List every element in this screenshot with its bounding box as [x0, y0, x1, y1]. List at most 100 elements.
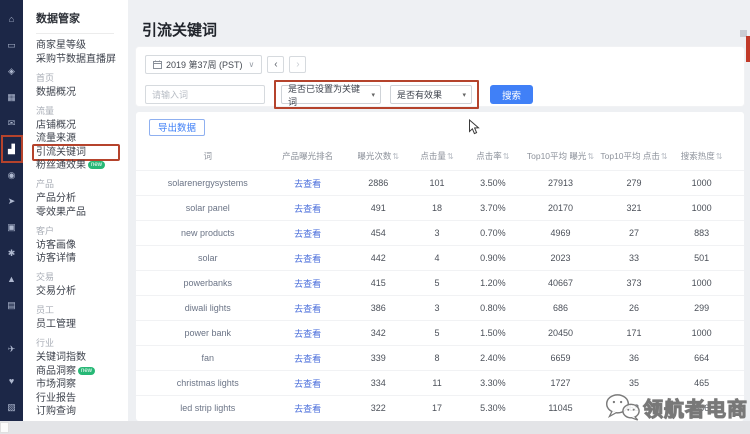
clicks-cell: 5: [411, 278, 464, 288]
sort-icon[interactable]: ⇅: [661, 152, 668, 161]
sidebar-item-visitor-details[interactable]: 访客详情: [36, 254, 128, 264]
watermark-text: 领航者电商: [643, 393, 748, 422]
sidebar-item-keyword-index[interactable]: 关键词指数: [36, 353, 128, 363]
view-rank-link[interactable]: 去查看: [269, 402, 345, 415]
sidebar-item-label: 行业报告: [36, 393, 76, 404]
table-body: solarenergysystems去查看28861013.50%2791327…: [136, 170, 744, 420]
next-week-button[interactable]: ›: [289, 56, 306, 73]
exposures-cell: 334: [346, 378, 411, 388]
top10-exposure-cell: 27913: [522, 178, 598, 188]
search-button[interactable]: 搜索: [490, 85, 533, 104]
sidebar-item-purchase-festival-live[interactable]: 采购节数据直播屏: [36, 55, 128, 65]
sort-icon[interactable]: ⇅: [587, 152, 594, 161]
gear-icon[interactable]: ✱: [0, 242, 23, 264]
sidebar-item-industry-report[interactable]: 行业报告: [36, 394, 128, 404]
top10-clicks-cell: 26: [599, 303, 670, 313]
sort-icon[interactable]: ⇅: [447, 152, 454, 161]
wechat-logo-icon: [604, 392, 640, 422]
sidebar-item-visitor-profile[interactable]: 访客画像: [36, 241, 128, 251]
sidebar-item-label: 零效果产品: [36, 207, 86, 218]
top10-clicks-cell: 321: [599, 203, 670, 213]
sort-icon[interactable]: ⇅: [716, 152, 723, 161]
sidebar-item-traffic-source[interactable]: 流量来源: [36, 134, 128, 144]
sidebar-item-traffic-keywords[interactable]: 引流关键词: [36, 148, 128, 158]
sidebar-item-store-overview[interactable]: 店铺概况: [36, 121, 128, 131]
sidebar-item-label: 店铺概况: [36, 120, 76, 131]
top10-clicks-cell: 35: [599, 378, 670, 388]
share-arrow-icon[interactable]: ➤: [0, 190, 23, 212]
shield-icon[interactable]: ◈: [0, 60, 23, 82]
effect-filter-value: 是否有效果: [397, 88, 442, 101]
sidebar-item-product-analysis[interactable]: 产品分析: [36, 194, 128, 204]
archive-icon[interactable]: ▣: [0, 216, 23, 238]
sort-icon[interactable]: ⇅: [392, 152, 399, 161]
view-rank-link[interactable]: 去查看: [269, 277, 345, 290]
exposures-cell: 442: [346, 253, 411, 263]
view-rank-link[interactable]: 去查看: [269, 377, 345, 390]
camera-icon[interactable]: ▧: [0, 396, 23, 418]
bar-chart-icon[interactable]: ▟: [0, 138, 23, 160]
view-rank-link[interactable]: 去查看: [269, 177, 345, 190]
menu-section-header: 流量: [36, 104, 128, 117]
column-header-top10-avg-clicks[interactable]: Top10平均 点击⇅: [599, 152, 670, 162]
clicks-cell: 11: [411, 378, 464, 388]
sidebar-item-staff-management[interactable]: 员工管理: [36, 320, 128, 330]
column-header-word: 词: [146, 152, 269, 162]
bell-icon[interactable]: ▲: [0, 268, 23, 290]
watermark: 领航者电商: [604, 392, 748, 422]
view-rank-link[interactable]: 去查看: [269, 327, 345, 340]
heart-icon[interactable]: ♥: [0, 370, 23, 392]
menu-section-header: 行业: [36, 336, 128, 349]
clicks-cell: 8: [411, 353, 464, 363]
sidebar-item-data-overview[interactable]: 数据概况: [36, 88, 128, 98]
column-header-exposures[interactable]: 曝光次数⇅: [346, 152, 411, 162]
week-picker[interactable]: 2019 第37周 (PST) ∨: [145, 55, 262, 74]
keywords-table-card: 导出数据 词产品曝光排名曝光次数⇅点击量⇅点击率⇅Top10平均 曝光⇅Top1…: [136, 112, 744, 421]
sidebar-item-zero-effect-products[interactable]: 零效果产品: [36, 208, 128, 218]
effect-filter-select[interactable]: 是否有效果 ▾: [390, 85, 472, 104]
column-header-ctr[interactable]: 点击率⇅: [463, 152, 522, 162]
view-rank-link[interactable]: 去查看: [269, 352, 345, 365]
date-filter-row: 2019 第37周 (PST) ∨ ‹ ›: [145, 54, 735, 74]
search-heat-cell: 664: [669, 353, 734, 363]
column-header-clicks[interactable]: 点击量⇅: [411, 152, 464, 162]
ctr-cell: 0.70%: [463, 228, 522, 238]
keyword-cell: solarenergysystems: [146, 178, 269, 188]
table-row: powerbanks去查看41551.20%406673731000: [136, 270, 744, 295]
search-heat-cell: 465: [669, 378, 734, 388]
view-rank-link[interactable]: 去查看: [269, 302, 345, 315]
app-window: ⌂▭◈▦✉▟◉➤▣✱▲▤✈♥▧ 数据管家 商家星等级采购节数据直播屏首页数据概况…: [0, 0, 750, 434]
send-icon[interactable]: ✈: [0, 338, 23, 360]
sidebar-item-order-inquiry[interactable]: 订购查询: [36, 407, 128, 417]
view-rank-link[interactable]: 去查看: [269, 227, 345, 240]
sidebar-item-label: 商家星等级: [36, 40, 86, 51]
view-rank-link[interactable]: 去查看: [269, 252, 345, 265]
page-title: 引流关键词: [142, 19, 217, 40]
column-header-search-heat[interactable]: 搜索热度⇅: [669, 152, 734, 162]
sidebar-item-transaction-analysis[interactable]: 交易分析: [36, 287, 128, 297]
sidebar-item-fans-effect[interactable]: 粉丝通效果new: [36, 161, 128, 171]
apps-grid-icon[interactable]: ▦: [0, 86, 23, 108]
keyword-cell: power bank: [146, 328, 269, 338]
export-data-button[interactable]: 导出数据: [149, 119, 205, 136]
users-icon[interactable]: ◉: [0, 164, 23, 186]
clicks-cell: 5: [411, 328, 464, 338]
sidebar-item-product-insight[interactable]: 商品洞察new: [36, 367, 128, 377]
prev-week-button[interactable]: ‹: [267, 56, 284, 73]
monitor-icon[interactable]: ▭: [0, 34, 23, 56]
home-icon[interactable]: ⌂: [0, 8, 23, 30]
sidebar-item-merchant-star-level[interactable]: 商家星等级: [36, 41, 128, 51]
bottom-strip: [0, 421, 750, 434]
sort-icon[interactable]: ⇅: [503, 152, 510, 161]
keyword-input[interactable]: [145, 85, 265, 104]
search-heat-cell: 1000: [669, 278, 734, 288]
exposures-cell: 415: [346, 278, 411, 288]
chat-icon[interactable]: ✉: [0, 112, 23, 134]
briefcase-icon[interactable]: ▤: [0, 294, 23, 316]
view-rank-link[interactable]: 去查看: [269, 202, 345, 215]
column-header-top10-avg-exposure[interactable]: Top10平均 曝光⇅: [522, 152, 598, 162]
menu-section-header: 产品: [36, 177, 128, 190]
sidebar-item-market-insight[interactable]: 市场洞察: [36, 380, 128, 390]
keyword-set-filter-select[interactable]: 是否已设置为关键词 ▾: [281, 85, 381, 104]
sidebar-item-label: 数据概况: [36, 87, 76, 98]
